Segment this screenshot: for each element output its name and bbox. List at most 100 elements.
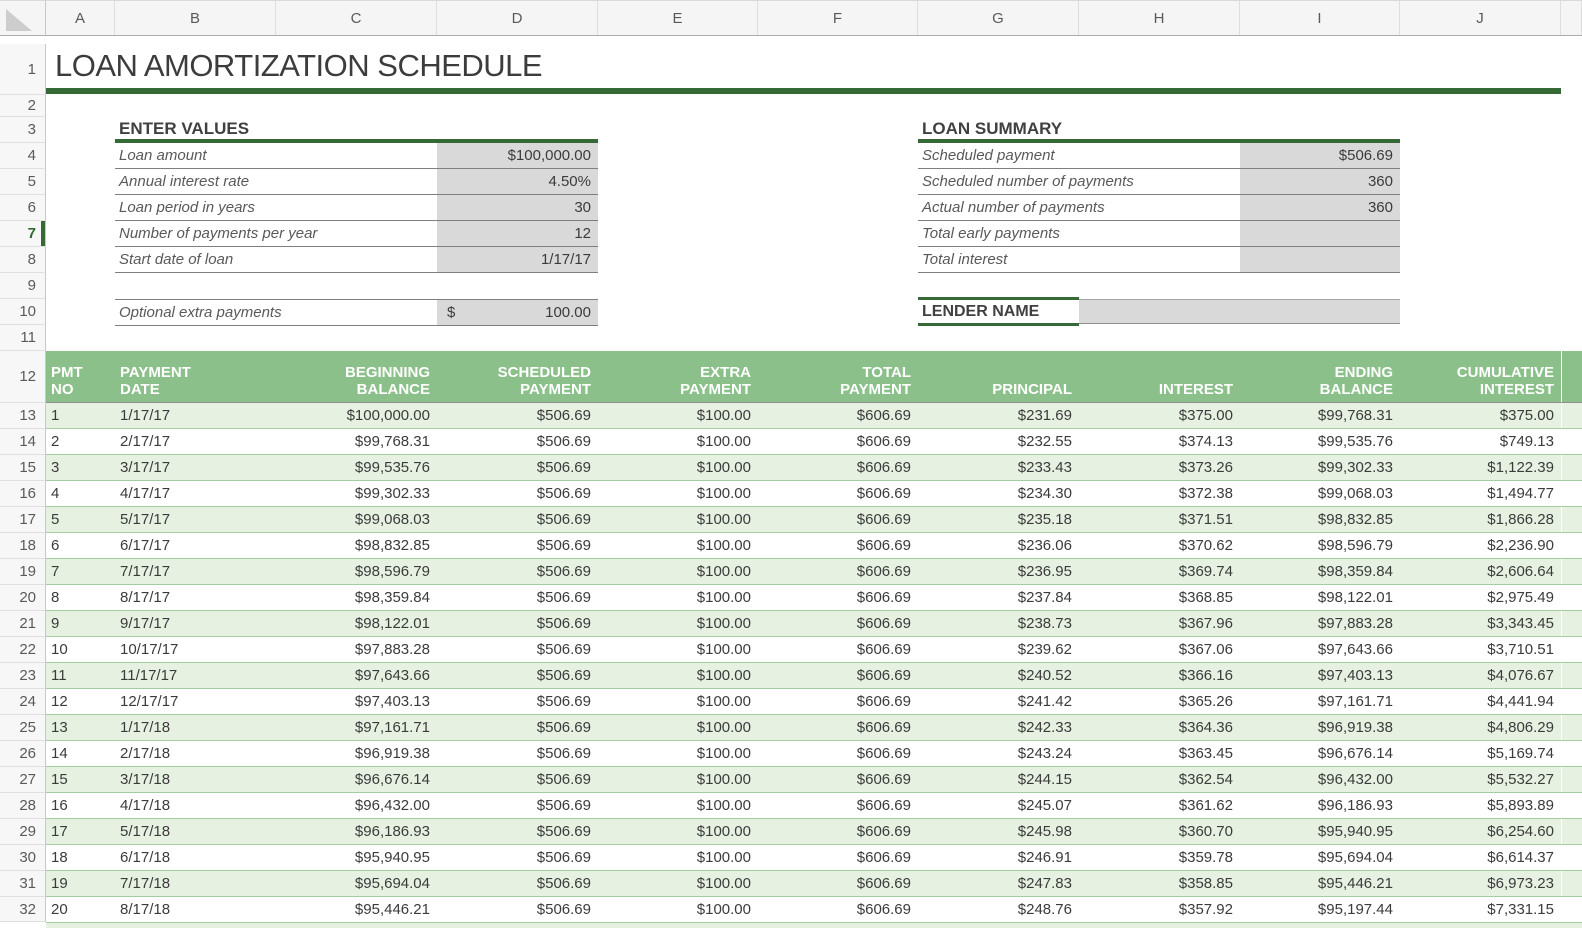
row-header-25[interactable]: 25 bbox=[0, 715, 46, 741]
cell[interactable]: $606.69 bbox=[758, 403, 918, 428]
cell[interactable]: $371.51 bbox=[1079, 507, 1240, 532]
cell[interactable]: 5 bbox=[46, 507, 115, 532]
cell[interactable]: $368.85 bbox=[1079, 585, 1240, 610]
lender-name-heading[interactable]: LENDER NAME bbox=[918, 297, 1079, 326]
row-header-7[interactable]: 7 bbox=[0, 221, 46, 247]
row-header-2[interactable]: 2 bbox=[0, 95, 46, 117]
cell[interactable]: $506.69 bbox=[437, 403, 598, 428]
cell[interactable]: $100.00 bbox=[598, 585, 758, 610]
cell[interactable] bbox=[1561, 767, 1581, 792]
enter-value-value[interactable]: 12 bbox=[437, 221, 598, 246]
cell[interactable] bbox=[1561, 663, 1581, 688]
loan-summary-label[interactable]: Scheduled number of payments bbox=[918, 169, 1240, 194]
cell[interactable]: $367.96 bbox=[1079, 611, 1240, 636]
cell[interactable]: $100.00 bbox=[598, 429, 758, 454]
cell[interactable]: $606.69 bbox=[758, 429, 918, 454]
cell[interactable]: 6/17/18 bbox=[115, 845, 276, 870]
cell[interactable]: $97,403.13 bbox=[276, 689, 437, 714]
enter-value-value[interactable]: 4.50% bbox=[437, 169, 598, 194]
cell[interactable]: $365.26 bbox=[1079, 689, 1240, 714]
cell[interactable]: $506.69 bbox=[437, 585, 598, 610]
enter-value-value[interactable]: $100,000.00 bbox=[437, 143, 598, 168]
cell[interactable]: $506.69 bbox=[437, 715, 598, 740]
cell[interactable]: $506.69 bbox=[437, 507, 598, 532]
loan-summary-value[interactable] bbox=[1240, 221, 1400, 246]
cell[interactable]: $100.00 bbox=[598, 533, 758, 558]
cell[interactable]: $606.69 bbox=[758, 559, 918, 584]
cell[interactable]: 7/17/17 bbox=[115, 559, 276, 584]
cell[interactable]: $606.69 bbox=[758, 689, 918, 714]
cell[interactable]: 2 bbox=[46, 429, 115, 454]
cell[interactable]: $240.52 bbox=[918, 663, 1079, 688]
cell[interactable]: $6,614.37 bbox=[1400, 845, 1561, 870]
cell[interactable]: $97,643.66 bbox=[1240, 637, 1400, 662]
table-header-payment[interactable]: TOTAL PAYMENT bbox=[758, 351, 918, 402]
cell[interactable]: $96,432.00 bbox=[276, 793, 437, 818]
cell[interactable]: $506.69 bbox=[437, 611, 598, 636]
cell[interactable]: $236.95 bbox=[918, 559, 1079, 584]
cell[interactable] bbox=[1561, 871, 1581, 896]
cell[interactable]: $96,186.93 bbox=[276, 819, 437, 844]
cell[interactable]: 3 bbox=[46, 455, 115, 480]
cell[interactable]: $100.00 bbox=[598, 455, 758, 480]
cell[interactable]: $95,694.04 bbox=[1240, 845, 1400, 870]
cell[interactable]: $3,343.45 bbox=[1400, 611, 1561, 636]
table-header-date[interactable]: PAYMENT DATE bbox=[115, 351, 276, 402]
column-header-b[interactable]: B bbox=[115, 1, 276, 35]
cell[interactable]: $606.69 bbox=[758, 715, 918, 740]
cell[interactable]: $4,806.29 bbox=[1400, 715, 1561, 740]
cell[interactable]: $369.74 bbox=[1079, 559, 1240, 584]
cell[interactable]: $100.00 bbox=[598, 507, 758, 532]
cell[interactable]: 8 bbox=[46, 585, 115, 610]
cell[interactable]: $231.69 bbox=[918, 403, 1079, 428]
row-header-24[interactable]: 24 bbox=[0, 689, 46, 715]
cell[interactable]: $100.00 bbox=[598, 845, 758, 870]
cell[interactable]: $606.69 bbox=[758, 871, 918, 896]
cell[interactable]: $97,883.28 bbox=[1240, 611, 1400, 636]
cell[interactable]: $749.13 bbox=[1400, 429, 1561, 454]
cell[interactable]: 2/17/17 bbox=[115, 429, 276, 454]
cell[interactable]: 12 bbox=[46, 689, 115, 714]
cell[interactable]: $5,169.74 bbox=[1400, 741, 1561, 766]
row-header-16[interactable]: 16 bbox=[0, 481, 46, 507]
cell[interactable] bbox=[1561, 559, 1581, 584]
cell[interactable]: 12/17/17 bbox=[115, 689, 276, 714]
cell[interactable]: $96,676.14 bbox=[276, 767, 437, 792]
cell[interactable]: $243.24 bbox=[918, 741, 1079, 766]
cell[interactable]: $237.84 bbox=[918, 585, 1079, 610]
lender-name-input-cell[interactable] bbox=[1079, 299, 1400, 324]
cell[interactable]: 15 bbox=[46, 767, 115, 792]
cell[interactable]: $99,068.03 bbox=[276, 507, 437, 532]
cell[interactable]: 18 bbox=[46, 845, 115, 870]
enter-value-label[interactable]: Number of payments per year bbox=[115, 221, 437, 246]
cell[interactable]: $238.73 bbox=[918, 611, 1079, 636]
cell[interactable]: $606.69 bbox=[758, 611, 918, 636]
cell[interactable] bbox=[1561, 637, 1581, 662]
cell[interactable]: 16 bbox=[46, 793, 115, 818]
cell[interactable]: $96,676.14 bbox=[1240, 741, 1400, 766]
table-header-interest[interactable]: INTEREST bbox=[1079, 351, 1240, 402]
column-header-d[interactable]: D bbox=[437, 1, 598, 35]
cell[interactable] bbox=[1561, 507, 1581, 532]
cell[interactable] bbox=[1561, 793, 1581, 818]
column-header-f[interactable]: F bbox=[758, 1, 918, 35]
cell[interactable]: $97,643.66 bbox=[276, 663, 437, 688]
cell[interactable]: $4,076.67 bbox=[1400, 663, 1561, 688]
cell[interactable]: $360.70 bbox=[1079, 819, 1240, 844]
cell[interactable]: $506.69 bbox=[437, 845, 598, 870]
row-header-28[interactable]: 28 bbox=[0, 793, 46, 819]
row-header-30[interactable]: 30 bbox=[0, 845, 46, 871]
cell[interactable]: $606.69 bbox=[758, 507, 918, 532]
cell[interactable]: $100.00 bbox=[598, 481, 758, 506]
cell[interactable]: 1/17/18 bbox=[115, 715, 276, 740]
row-header-10[interactable]: 10 bbox=[0, 299, 46, 325]
cell[interactable]: $506.69 bbox=[437, 689, 598, 714]
cell[interactable]: 6 bbox=[46, 533, 115, 558]
cell[interactable]: $506.69 bbox=[437, 429, 598, 454]
cell[interactable]: $100.00 bbox=[598, 793, 758, 818]
cell[interactable]: 9/17/17 bbox=[115, 611, 276, 636]
cell[interactable]: $362.54 bbox=[1079, 767, 1240, 792]
row-header-3[interactable]: 3 bbox=[0, 117, 46, 143]
cell[interactable] bbox=[1561, 819, 1581, 844]
cell[interactable]: 10 bbox=[46, 637, 115, 662]
